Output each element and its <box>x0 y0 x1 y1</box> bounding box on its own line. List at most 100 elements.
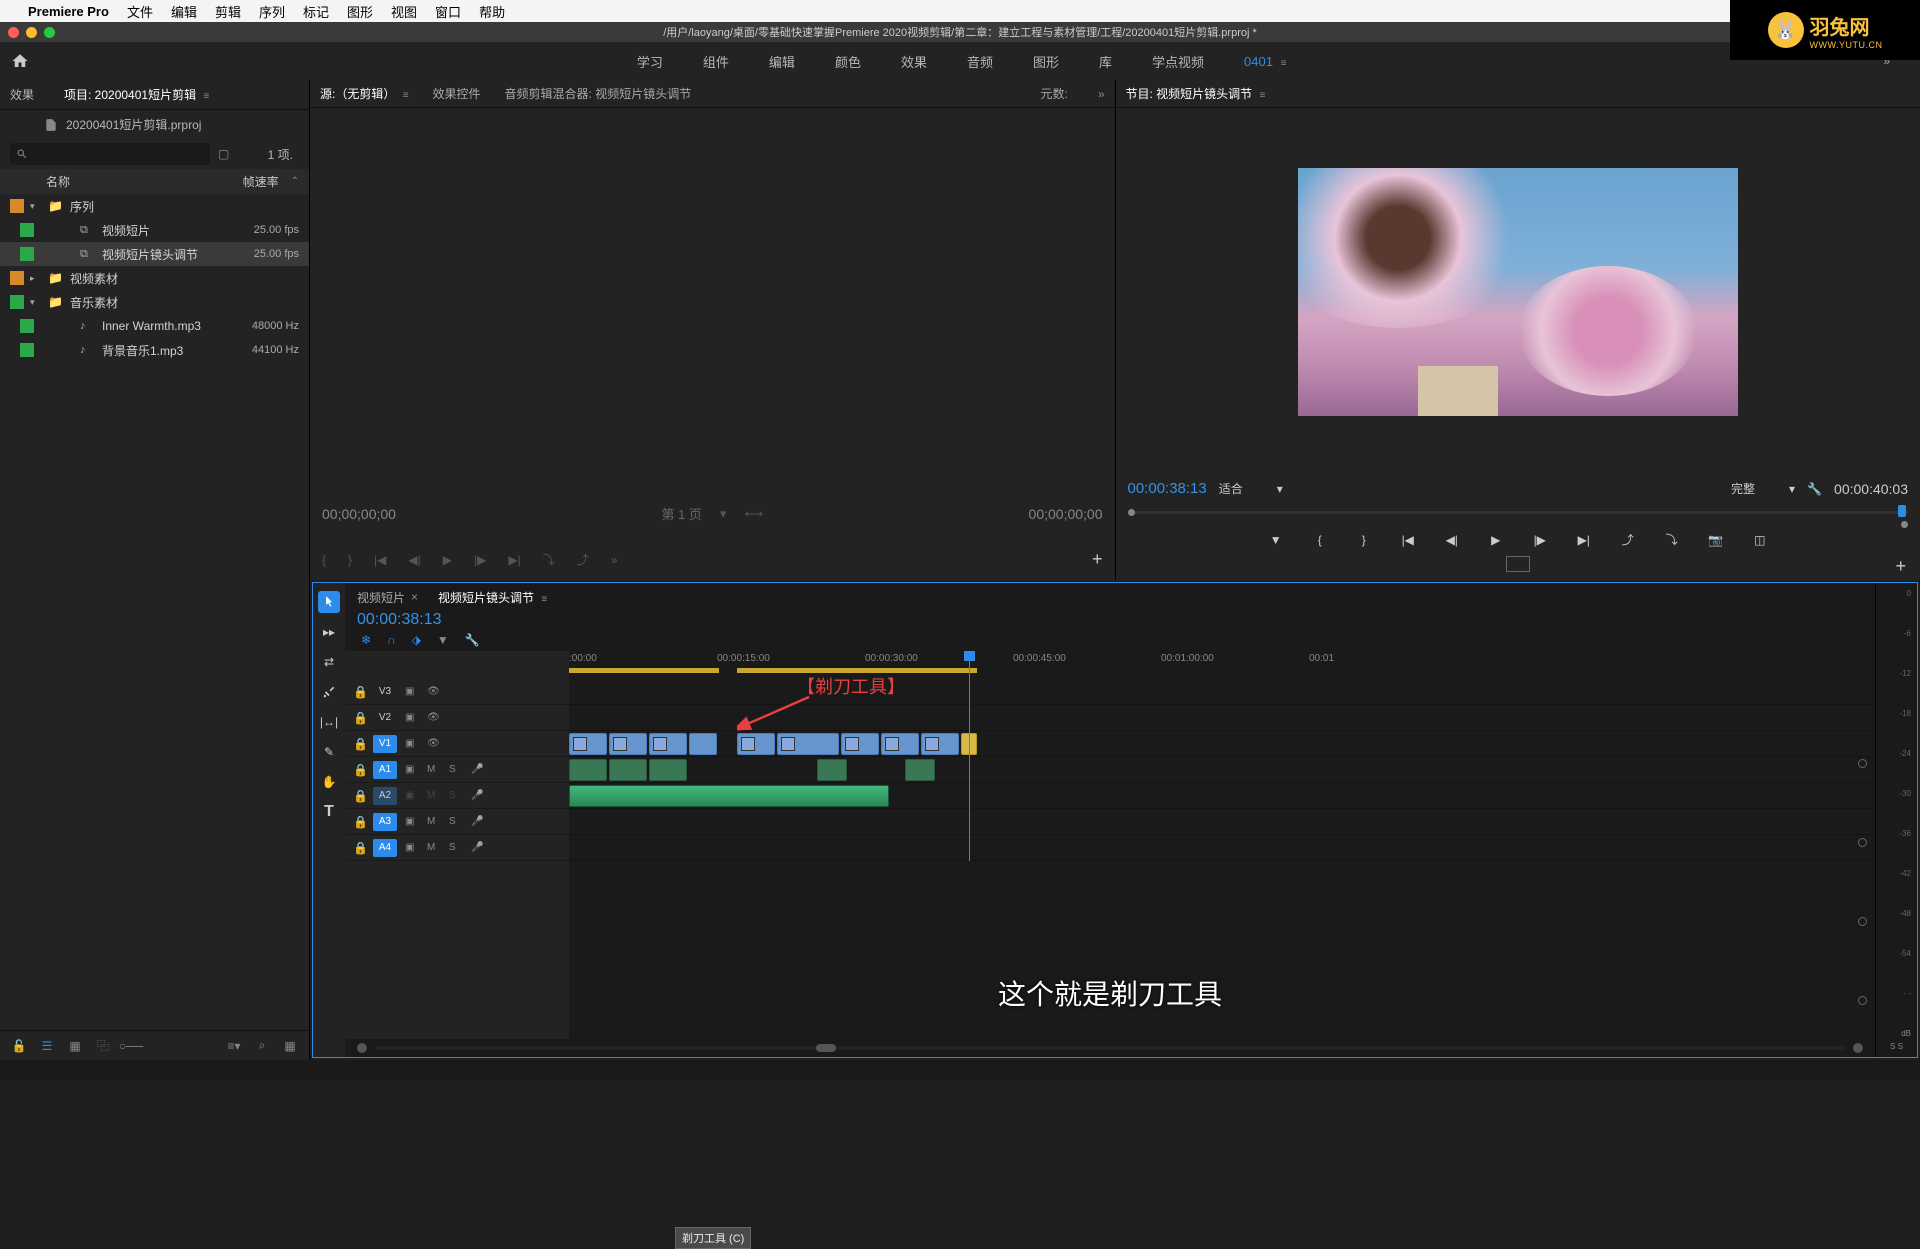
source-tc-in[interactable]: 00;00;00;00 <box>322 506 396 522</box>
ws-tab-learn-video[interactable]: 学点视频 <box>1152 52 1204 71</box>
track-head-a3[interactable]: 🔒A3▣MS🎤 <box>345 809 569 835</box>
export-frame-icon[interactable]: 📷 <box>1706 533 1726 547</box>
sort-icon[interactable]: ≡▾ <box>225 1037 243 1055</box>
bin-seq-video[interactable]: ⧉ 视频短片 25.00 fps <box>0 218 309 242</box>
extract-icon[interactable]: ⤵ <box>1662 531 1682 548</box>
track-head-a2[interactable]: 🔒A2▣MS🎤 <box>345 783 569 809</box>
track-head-v3[interactable]: 🔒V3▣👁 <box>345 679 569 705</box>
ws-tab-libraries[interactable]: 库 <box>1099 52 1112 71</box>
step-back-icon[interactable]: ◀| <box>1442 533 1462 547</box>
video-clip[interactable] <box>881 733 919 755</box>
track-head-v1[interactable]: 🔒V1▣👁 <box>345 731 569 757</box>
freeform-view-icon[interactable]: ⿻ <box>94 1037 112 1055</box>
marker-icon[interactable]: ⬗ <box>412 633 421 647</box>
menu-window[interactable]: 窗口 <box>435 2 461 21</box>
go-out-icon[interactable]: ▶| <box>508 553 520 567</box>
new-bin-icon[interactable]: ▢ <box>218 147 229 161</box>
bin-audio-inner-warmth[interactable]: ♪ Inner Warmth.mp3 48000 Hz <box>0 314 309 338</box>
step-back-icon[interactable]: ◀| <box>408 553 420 567</box>
ws-tab-color[interactable]: 颜色 <box>835 52 861 71</box>
tab-source[interactable]: 源:（无剪辑） ≡ <box>320 85 409 102</box>
mark-in-icon[interactable]: { <box>322 553 326 567</box>
mark-out-icon[interactable]: } <box>348 553 352 567</box>
video-clip[interactable] <box>737 733 775 755</box>
slip-tool[interactable]: |↔| <box>318 711 340 733</box>
settings-icon[interactable]: 🔧 <box>1807 482 1822 496</box>
ws-tab-learn[interactable]: 学习 <box>637 52 663 71</box>
track-select-tool[interactable]: ▸▸ <box>318 621 340 643</box>
new-item-icon[interactable]: ▦ <box>281 1037 299 1055</box>
menu-view[interactable]: 视图 <box>391 2 417 21</box>
window-zoom-icon[interactable] <box>44 27 55 38</box>
panel-menu-icon[interactable]: ≡ <box>203 91 209 102</box>
menu-file[interactable]: 文件 <box>127 2 153 21</box>
tab-program[interactable]: 节目: 视频短片镜头调节 ≡ <box>1126 85 1266 102</box>
timeline-tab-1[interactable]: 视频短片 <box>357 589 405 606</box>
track-head-a4[interactable]: 🔒A4▣MS🎤 <box>345 835 569 861</box>
close-tab-icon[interactable]: × <box>411 590 418 604</box>
col-name[interactable]: 名称 <box>10 173 231 190</box>
tab-audio-mixer[interactable]: 音频剪辑混合器: 视频短片镜头调节 <box>505 85 692 102</box>
timeline-timecode[interactable]: 00:00:38:13 <box>357 611 442 629</box>
zoom-slider[interactable]: ○── <box>122 1037 140 1055</box>
program-scrubber[interactable] <box>1128 501 1909 523</box>
video-clip[interactable] <box>921 733 959 755</box>
home-button[interactable] <box>0 52 40 70</box>
menu-help[interactable]: 帮助 <box>479 2 505 21</box>
step-fwd-icon[interactable]: |▶ <box>474 553 486 567</box>
chevron-down-icon[interactable]: ▾ <box>1277 482 1283 496</box>
selection-tool[interactable] <box>318 591 340 613</box>
mark-out-icon[interactable]: } <box>1354 533 1374 547</box>
menu-sequence[interactable]: 序列 <box>259 2 285 21</box>
fit-icon[interactable]: ⟷ <box>744 506 763 522</box>
hand-tool[interactable]: ✋ <box>318 771 340 793</box>
ws-tab-effects[interactable]: 效果 <box>901 52 927 71</box>
ws-tab-graphics[interactable]: 图形 <box>1033 52 1059 71</box>
expand-icon[interactable]: ▸ <box>30 273 42 284</box>
bin-list[interactable]: ▾ 📁 序列 ⧉ 视频短片 25.00 fps ⧉ 视频短片镜头调节 25.00… <box>0 194 309 1030</box>
col-framerate[interactable]: 帧速率 <box>231 173 291 190</box>
bin-seq-video-lens[interactable]: ⧉ 视频短片镜头调节 25.00 fps <box>0 242 309 266</box>
tab-metadata[interactable]: 元数: <box>1040 85 1067 102</box>
timeline-tab-2[interactable]: 视频短片镜头调节 ≡ <box>438 589 547 606</box>
overflow-icon[interactable]: » <box>1098 87 1105 101</box>
video-clip[interactable] <box>777 733 839 755</box>
video-clip[interactable] <box>609 733 647 755</box>
menu-edit[interactable]: 编辑 <box>171 2 197 21</box>
icon-view-icon[interactable]: ▦ <box>66 1037 84 1055</box>
audio-clip[interactable] <box>905 759 935 781</box>
razor-tool[interactable] <box>318 681 340 703</box>
play-icon[interactable]: ▶ <box>443 553 452 567</box>
insert-icon[interactable]: ⤵ <box>543 551 555 568</box>
search-input[interactable] <box>10 143 210 165</box>
overwrite-icon[interactable]: ⤴ <box>577 551 589 568</box>
play-icon[interactable]: ▶ <box>1486 533 1506 547</box>
lift-icon[interactable]: ⤴ <box>1618 531 1638 548</box>
video-clip[interactable] <box>841 733 879 755</box>
audio-clip[interactable] <box>817 759 847 781</box>
go-in-icon[interactable]: |◀ <box>1398 533 1418 547</box>
bin-folder-video-assets[interactable]: ▸ 📁 视频素材 <box>0 266 309 290</box>
ws-tab-0401[interactable]: 0401 ≡ <box>1244 54 1286 69</box>
source-tc-out[interactable]: 00;00;00;00 <box>1029 506 1103 522</box>
write-lock-icon[interactable]: 🔓 <box>10 1037 28 1055</box>
menu-clip[interactable]: 剪辑 <box>215 2 241 21</box>
safe-margins-icon[interactable] <box>1506 556 1530 572</box>
chevron-down-icon[interactable]: ▾ <box>1789 482 1795 496</box>
chevron-down-icon[interactable]: ▾ <box>720 506 727 522</box>
track-head-v2[interactable]: 🔒V2▣👁 <box>345 705 569 731</box>
audio-clip[interactable] <box>569 759 607 781</box>
expand-icon[interactable]: ▾ <box>30 201 42 212</box>
ws-tab-editing[interactable]: 编辑 <box>769 52 795 71</box>
menu-graphics[interactable]: 图形 <box>347 2 373 21</box>
linked-selection-icon[interactable]: ∩ <box>387 633 396 647</box>
tab-project[interactable]: 项目: 20200401短片剪辑 ≡ <box>64 86 209 103</box>
sort-chevron-icon[interactable]: ⌃ <box>291 176 299 187</box>
type-tool[interactable]: T <box>318 801 340 823</box>
ws-menu-icon[interactable]: ≡ <box>1281 58 1287 69</box>
audio-clip[interactable] <box>609 759 647 781</box>
timeline-scrollbar[interactable] <box>345 1039 1875 1057</box>
video-clip[interactable] <box>689 733 717 755</box>
fit-dropdown[interactable]: 适合 <box>1219 480 1243 497</box>
window-close-icon[interactable] <box>8 27 19 38</box>
